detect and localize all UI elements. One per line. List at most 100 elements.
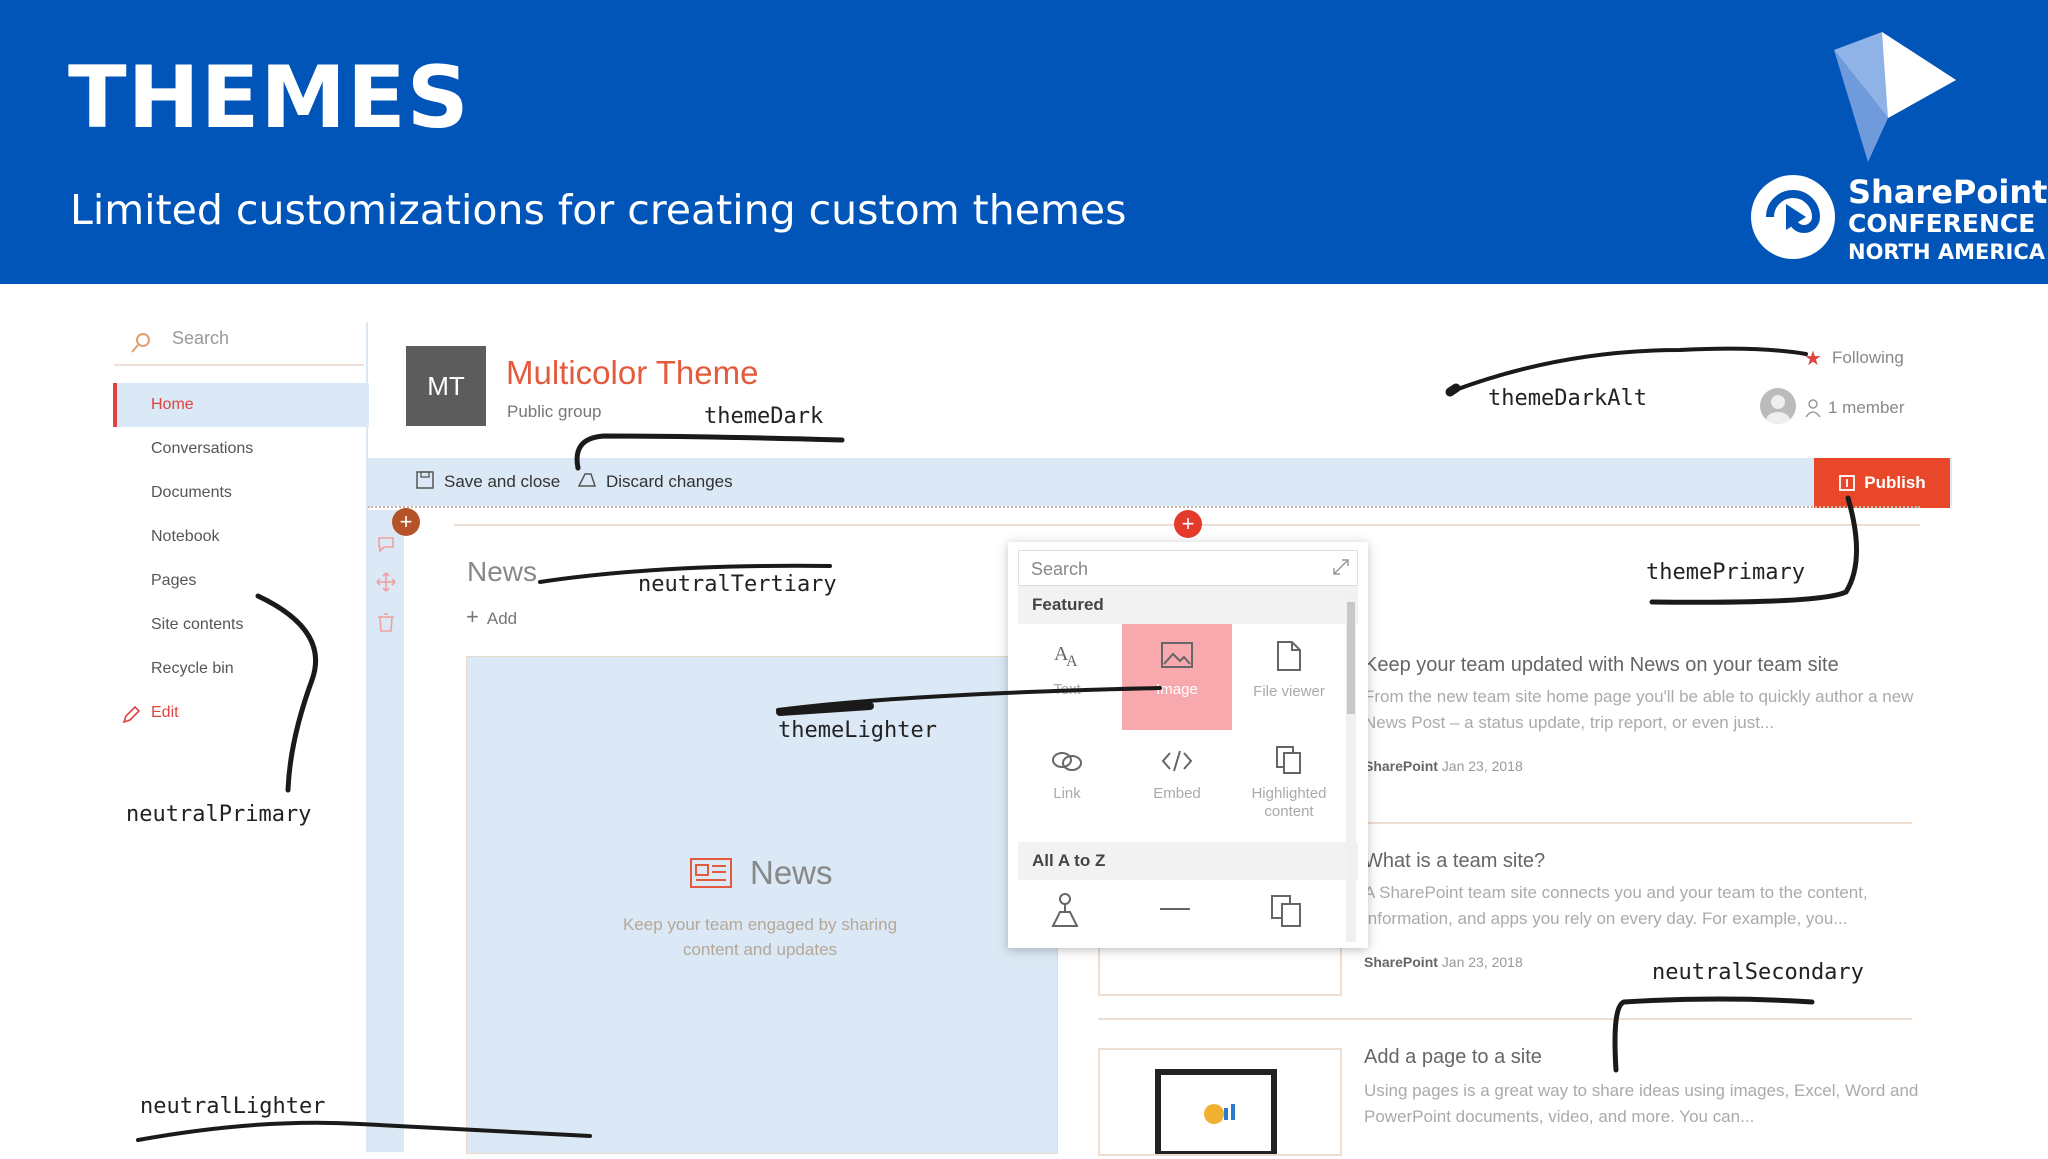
save-icon — [416, 471, 434, 489]
expand-icon[interactable] — [1332, 558, 1350, 576]
publish-button[interactable]: Publish — [1814, 458, 1950, 508]
logo-line-3: NORTH AMERICA — [1848, 240, 2046, 264]
annotation-label: themeLighter — [778, 718, 937, 743]
annotation-label: neutralLighter — [140, 1094, 326, 1119]
news-item-date: Jan 23, 2018 — [1441, 758, 1523, 774]
svg-text:A: A — [1066, 653, 1078, 670]
annotation-label: themeDarkAlt — [1488, 386, 1647, 411]
slide-subtitle: Limited customizations for creating cust… — [70, 186, 1127, 234]
conference-logo-text: SharePoint CONFERENCE NORTH AMERICA — [1848, 176, 2047, 263]
nav-item-recycle-bin[interactable]: Recycle bin — [151, 660, 234, 678]
nav-search-underline — [114, 364, 364, 366]
nav-item-documents[interactable]: Documents — [151, 484, 232, 502]
toolbox-item-embed[interactable]: Embed — [1122, 748, 1232, 803]
search-icon — [131, 333, 150, 353]
toolbox-search-input[interactable]: Search — [1018, 550, 1358, 586]
person-icon — [1805, 399, 1821, 418]
news-add-button[interactable]: + Add — [466, 604, 517, 630]
logo-line-1: SharePoint — [1848, 173, 2048, 211]
document-library-icon[interactable] — [1270, 892, 1304, 928]
computer-illustration-icon — [1155, 1069, 1277, 1157]
toolbox-item-image[interactable]: Image — [1122, 640, 1232, 699]
nav-item-site-contents[interactable]: Site contents — [151, 616, 244, 634]
news-thumbnail[interactable] — [1098, 1048, 1342, 1157]
nav-item-notebook[interactable]: Notebook — [151, 528, 220, 546]
save-and-close-button[interactable]: Save and close — [444, 472, 560, 492]
edit-pencil-icon — [122, 705, 141, 724]
discard-changes-button[interactable]: Discard changes — [606, 472, 733, 492]
toolbox-item-label: Text — [1053, 681, 1081, 698]
annotation-label: neutralTertiary — [638, 572, 837, 597]
embed-icon — [1161, 750, 1193, 772]
command-bar-divider — [368, 506, 1920, 508]
sharepoint-logo-icon — [1751, 175, 1835, 259]
news-item-description: A SharePoint team site connects you and … — [1364, 883, 1868, 928]
toolbox-item-link[interactable]: Link — [1012, 748, 1122, 803]
news-placeholder-title: News — [750, 854, 833, 891]
toolbox-scrollbar-thumb[interactable] — [1347, 602, 1355, 714]
news-add-label: Add — [486, 609, 518, 628]
link-icon — [1052, 752, 1082, 771]
news-placeholder — [466, 656, 1058, 1154]
news-item-title[interactable]: Keep your team updated with News on your… — [1364, 654, 1839, 677]
logo-line-2: CONFERENCE — [1848, 209, 2036, 238]
publish-icon — [1839, 475, 1856, 491]
site-subtitle: Public group — [507, 402, 602, 421]
annotation-label: neutralSecondary — [1652, 960, 1864, 985]
following-button[interactable]: Following — [1832, 348, 1904, 368]
image-icon — [1161, 642, 1193, 668]
nav-item-pages[interactable]: Pages — [151, 572, 196, 590]
news-placeholder-description: Keep your team engaged by sharing conten… — [622, 915, 898, 959]
add-section-left-button[interactable]: + — [392, 508, 420, 536]
toolbox-item-label: File viewer — [1253, 683, 1325, 700]
news-item-meta: SharePoint Jan 23, 2018 — [1364, 954, 1523, 970]
toolbox-item-file-viewer[interactable]: File viewer — [1234, 640, 1344, 701]
members-count[interactable]: 1 member — [1828, 398, 1905, 418]
conference-arrow-icon — [1834, 32, 1956, 162]
news-item-title[interactable]: What is a team site? — [1364, 850, 1545, 873]
site-title[interactable]: Multicolor Theme — [506, 354, 758, 392]
delete-icon[interactable] — [377, 612, 395, 632]
nav-item-home[interactable]: Home — [151, 396, 194, 414]
text-icon: AA — [1054, 643, 1078, 670]
landmark-icon[interactable] — [1048, 892, 1082, 930]
add-webpart-button[interactable]: + — [1174, 510, 1202, 538]
news-item-date: Jan 23, 2018 — [1441, 954, 1523, 970]
discard-icon — [577, 473, 597, 487]
news-webpart-heading[interactable]: News — [467, 556, 537, 588]
news-item-description: From the new team site home page you'll … — [1364, 687, 1914, 732]
edit-section-icon[interactable] — [376, 534, 396, 554]
site-logo[interactable]: MT — [406, 346, 486, 426]
section-toolbar — [368, 510, 404, 1152]
nav-edit-link[interactable]: Edit — [151, 704, 179, 722]
highlighted-content-icon — [1276, 746, 1301, 774]
file-icon — [1277, 641, 1301, 671]
toolbox-featured-heading: Featured — [1018, 586, 1358, 624]
news-item-title[interactable]: Add a page to a site — [1364, 1046, 1542, 1069]
toolbox-item-text[interactable]: AA Text — [1012, 640, 1122, 699]
news-item-author: SharePoint — [1364, 758, 1438, 774]
webpart-toolbox: Search Featured AA Text Image File viewe… — [1008, 542, 1368, 948]
star-icon[interactable]: ★ — [1804, 346, 1822, 371]
news-item-description: Using pages is a great way to share idea… — [1364, 1081, 1919, 1126]
news-icon — [690, 858, 732, 888]
toolbox-item-highlighted-content[interactable]: Highlighted content — [1234, 744, 1344, 821]
annotation-label: neutralPrimary — [126, 802, 312, 827]
toolbox-item-label: Link — [1053, 785, 1081, 802]
toolbox-item-label: Image — [1156, 681, 1198, 698]
nav-item-conversations[interactable]: Conversations — [151, 440, 253, 458]
annotation-label: themeDark — [704, 404, 824, 429]
toolbox-item-label: Embed — [1153, 785, 1201, 802]
move-icon[interactable] — [376, 572, 396, 592]
plus-icon: + — [466, 604, 479, 629]
avatar[interactable] — [1760, 388, 1796, 424]
nav-search-input[interactable]: Search — [172, 328, 229, 349]
slide-title: THEMES — [68, 48, 470, 148]
divider-icon[interactable] — [1158, 904, 1192, 914]
publish-label: Publish — [1864, 473, 1926, 492]
news-item-meta: SharePoint Jan 23, 2018 — [1364, 758, 1523, 774]
annotation-label: themePrimary — [1646, 560, 1805, 585]
news-item-author: SharePoint — [1364, 954, 1438, 970]
toolbox-item-label: Highlighted content — [1251, 785, 1327, 820]
toolbox-all-heading: All A to Z — [1018, 842, 1358, 880]
